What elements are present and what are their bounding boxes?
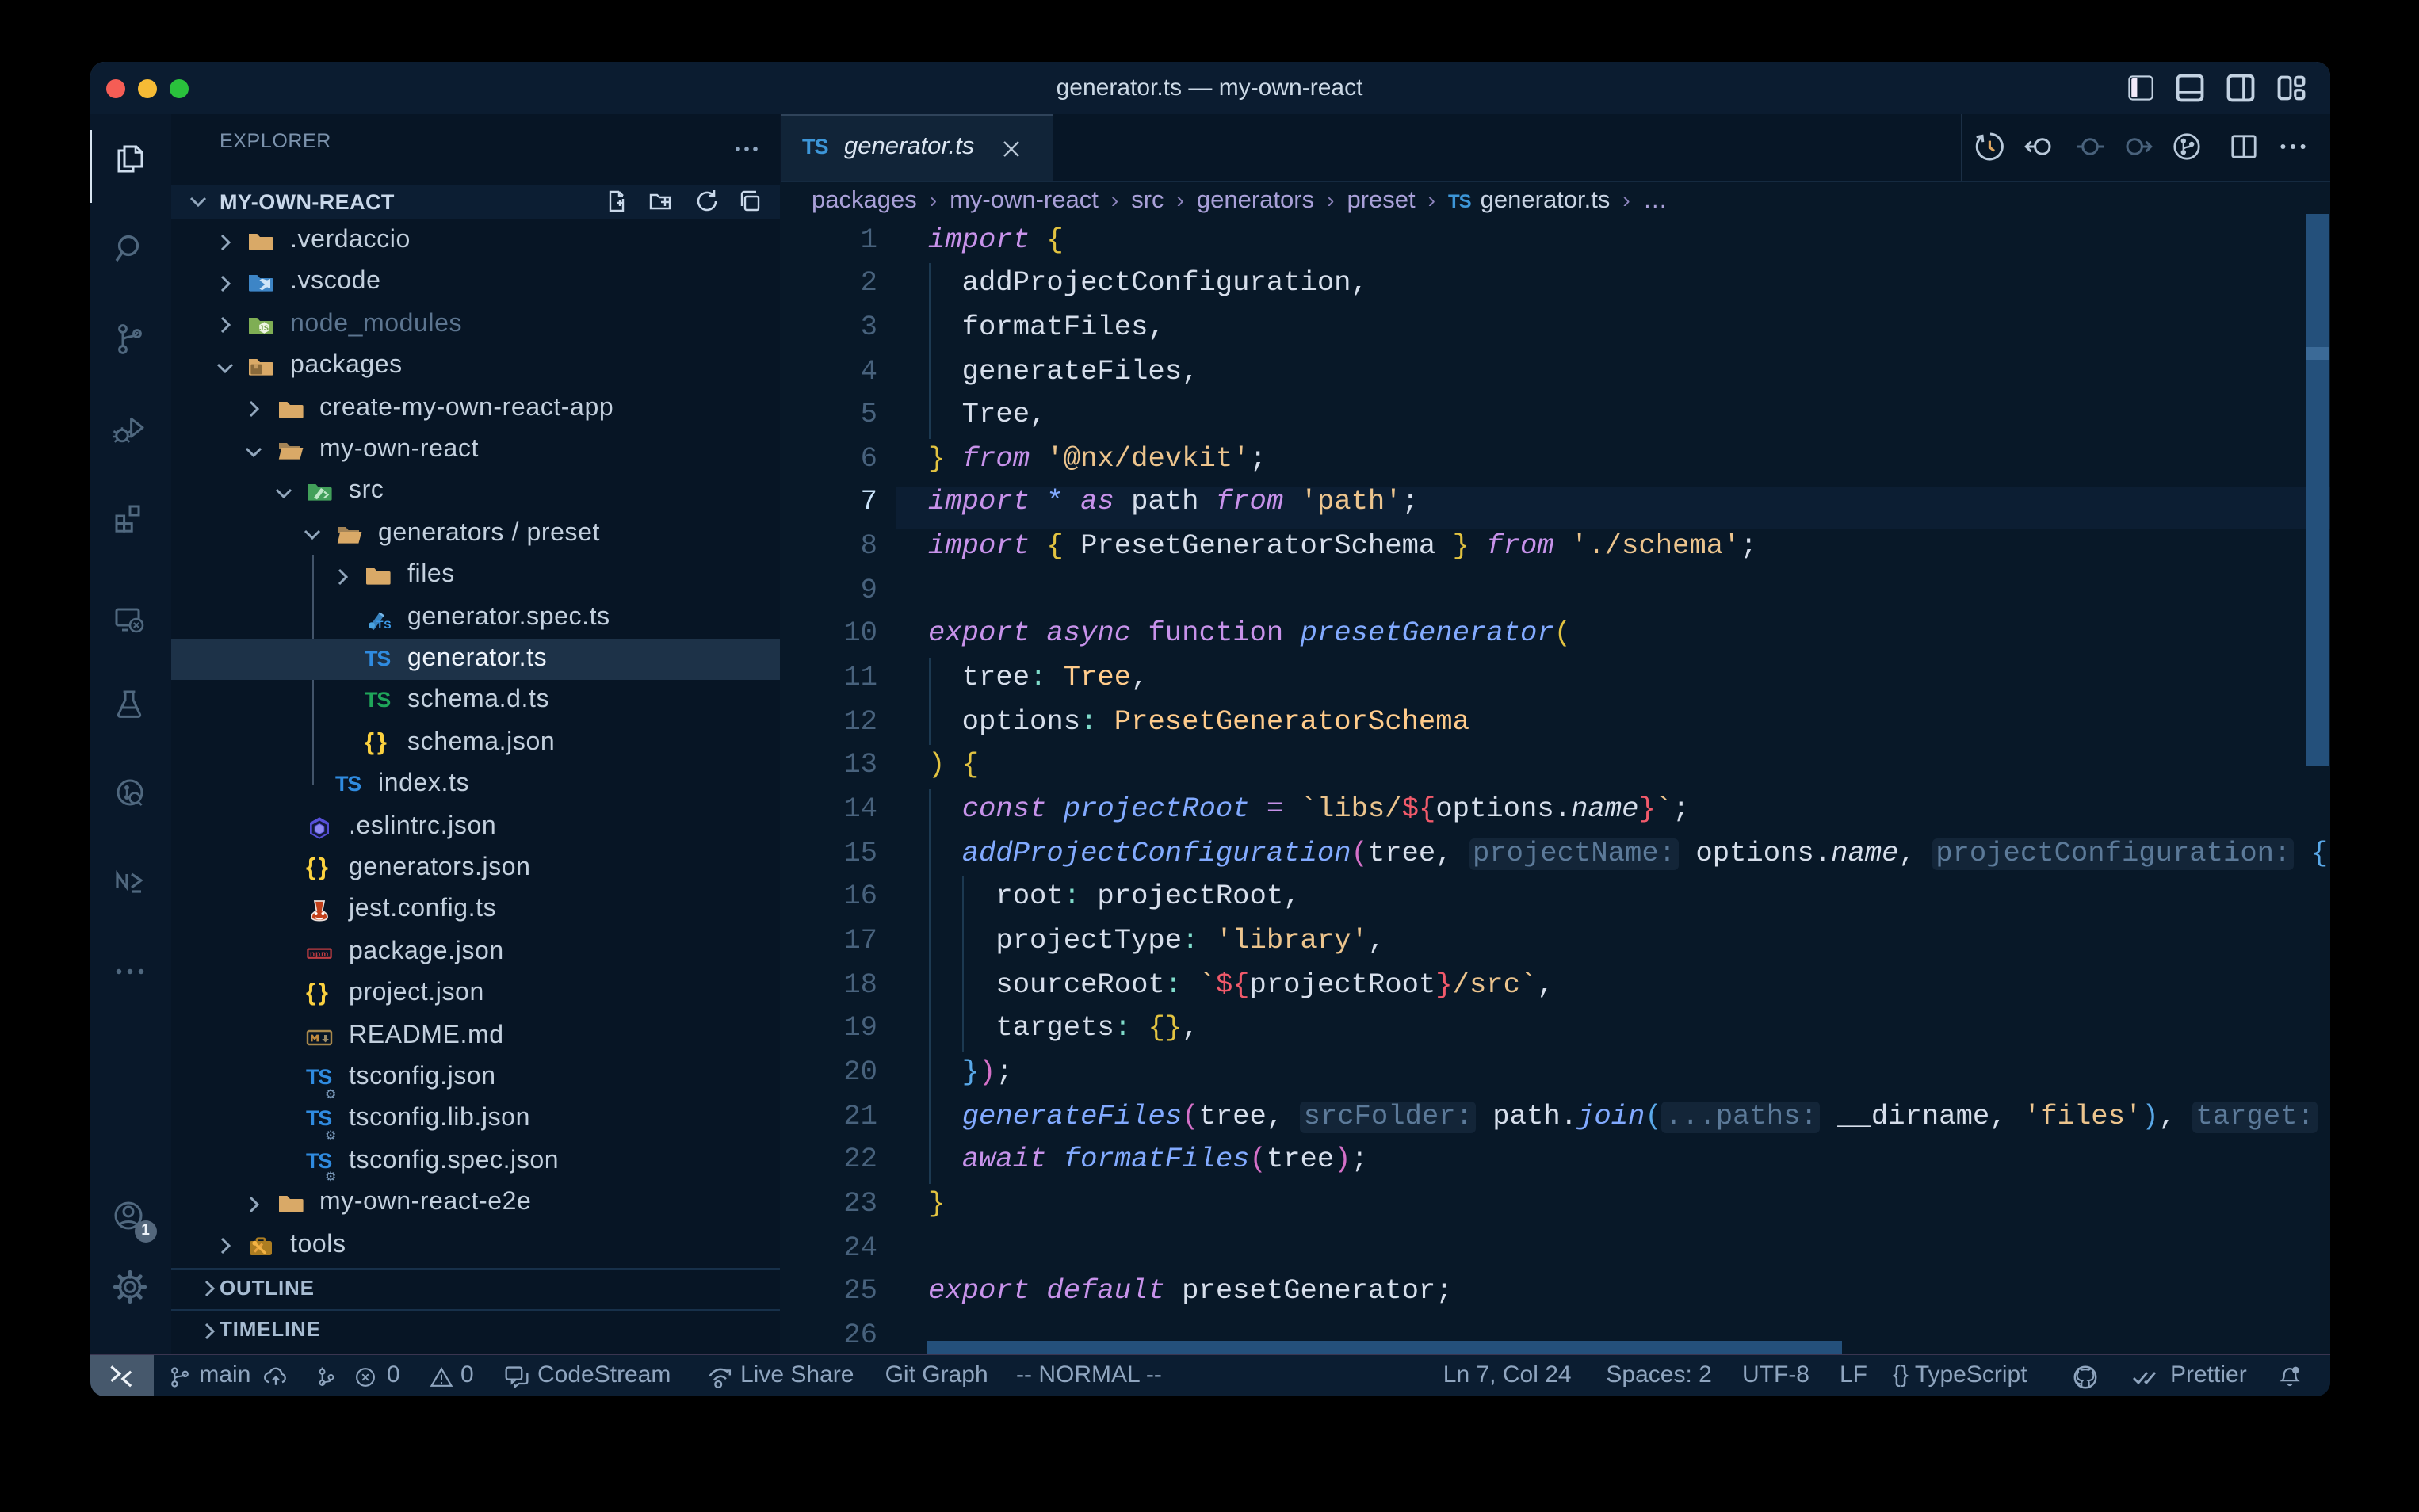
svg-text:JS: JS [259,324,269,332]
svg-text:npm: npm [310,949,329,958]
svg-text:TS: TS [376,617,392,630]
